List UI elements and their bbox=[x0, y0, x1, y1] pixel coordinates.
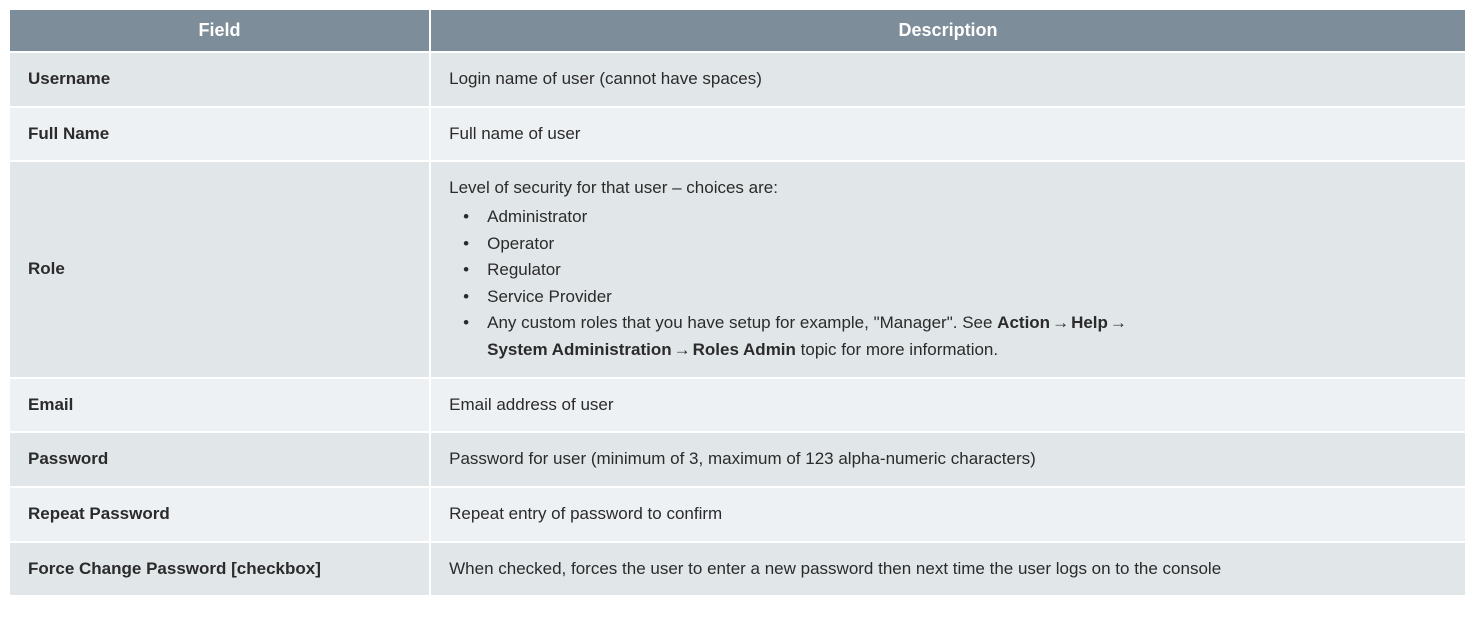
custom-role-prefix: Any custom roles that you have setup for… bbox=[487, 313, 997, 332]
list-item: Regulator bbox=[449, 258, 1447, 283]
field-name: Email bbox=[8, 379, 431, 434]
field-description: When checked, forces the user to enter a… bbox=[431, 543, 1467, 598]
arrow-right-icon: → bbox=[672, 340, 693, 359]
list-item: Operator bbox=[449, 232, 1447, 257]
field-name: Repeat Password bbox=[8, 488, 431, 543]
field-description: Level of security for that user – choice… bbox=[431, 162, 1467, 378]
list-item: Any custom roles that you have setup for… bbox=[449, 311, 1447, 336]
role-choice-list: Administrator Operator Regulator Service… bbox=[449, 205, 1447, 336]
header-description: Description bbox=[431, 8, 1467, 53]
custom-role-continuation: System Administration→Roles Admin topic … bbox=[449, 338, 1447, 363]
role-lead-text: Level of security for that user – choice… bbox=[449, 178, 778, 197]
table-row: Repeat Password Repeat entry of password… bbox=[8, 488, 1467, 543]
table-row: Email Email address of user bbox=[8, 379, 1467, 434]
nav-path-segment: Help bbox=[1071, 313, 1108, 332]
field-description: Login name of user (cannot have spaces) bbox=[431, 53, 1467, 108]
field-name: Force Change Password [checkbox] bbox=[8, 543, 431, 598]
nav-path-segment: System Administration bbox=[487, 340, 672, 359]
arrow-right-icon: → bbox=[1050, 313, 1071, 332]
custom-role-suffix: topic for more information. bbox=[796, 340, 998, 359]
field-name: Full Name bbox=[8, 108, 431, 163]
table-header-row: Field Description bbox=[8, 8, 1467, 53]
list-item: Administrator bbox=[449, 205, 1447, 230]
field-description-table: Field Description Username Login name of… bbox=[8, 8, 1467, 597]
table-row: Force Change Password [checkbox] When ch… bbox=[8, 543, 1467, 598]
arrow-right-icon: → bbox=[1108, 313, 1129, 332]
field-description: Password for user (minimum of 3, maximum… bbox=[431, 433, 1467, 488]
field-name: Username bbox=[8, 53, 431, 108]
field-description: Full name of user bbox=[431, 108, 1467, 163]
field-name: Role bbox=[8, 162, 431, 378]
table-row: Username Login name of user (cannot have… bbox=[8, 53, 1467, 108]
list-item: Service Provider bbox=[449, 285, 1447, 310]
table-row: Full Name Full name of user bbox=[8, 108, 1467, 163]
table-row: Password Password for user (minimum of 3… bbox=[8, 433, 1467, 488]
nav-path-segment: Roles Admin bbox=[693, 340, 796, 359]
field-description: Repeat entry of password to confirm bbox=[431, 488, 1467, 543]
table-row: Role Level of security for that user – c… bbox=[8, 162, 1467, 378]
header-field: Field bbox=[8, 8, 431, 53]
field-name: Password bbox=[8, 433, 431, 488]
field-description: Email address of user bbox=[431, 379, 1467, 434]
nav-path-segment: Action bbox=[997, 313, 1050, 332]
